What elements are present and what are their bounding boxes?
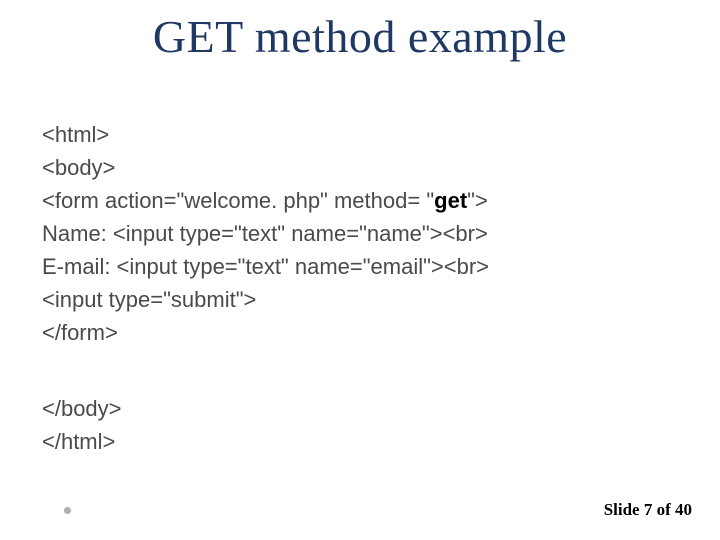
code-line: </body> bbox=[42, 392, 682, 425]
code-line: E-mail: <input type="text" name="email">… bbox=[42, 254, 489, 279]
slide: GET method example <html> <body> <form a… bbox=[0, 0, 720, 540]
slide-number: Slide 7 of 40 bbox=[604, 500, 692, 520]
code-keyword-get: get bbox=[434, 188, 467, 213]
code-line: </html> bbox=[42, 425, 682, 458]
code-line: <body> bbox=[42, 155, 115, 180]
bullet-decoration bbox=[64, 507, 71, 514]
code-line: "> bbox=[467, 188, 488, 213]
slide-title: GET method example bbox=[0, 10, 720, 63]
code-line: <input type="submit"> bbox=[42, 287, 256, 312]
code-line: Name: <input type="text" name="name"><br… bbox=[42, 221, 488, 246]
code-line: <html> bbox=[42, 122, 109, 147]
code-block-closing: </body> </html> bbox=[42, 392, 682, 458]
code-line: </form> bbox=[42, 320, 118, 345]
code-line: <form action="welcome. php" method= " bbox=[42, 188, 434, 213]
code-block: <html> <body> <form action="welcome. php… bbox=[42, 118, 682, 349]
